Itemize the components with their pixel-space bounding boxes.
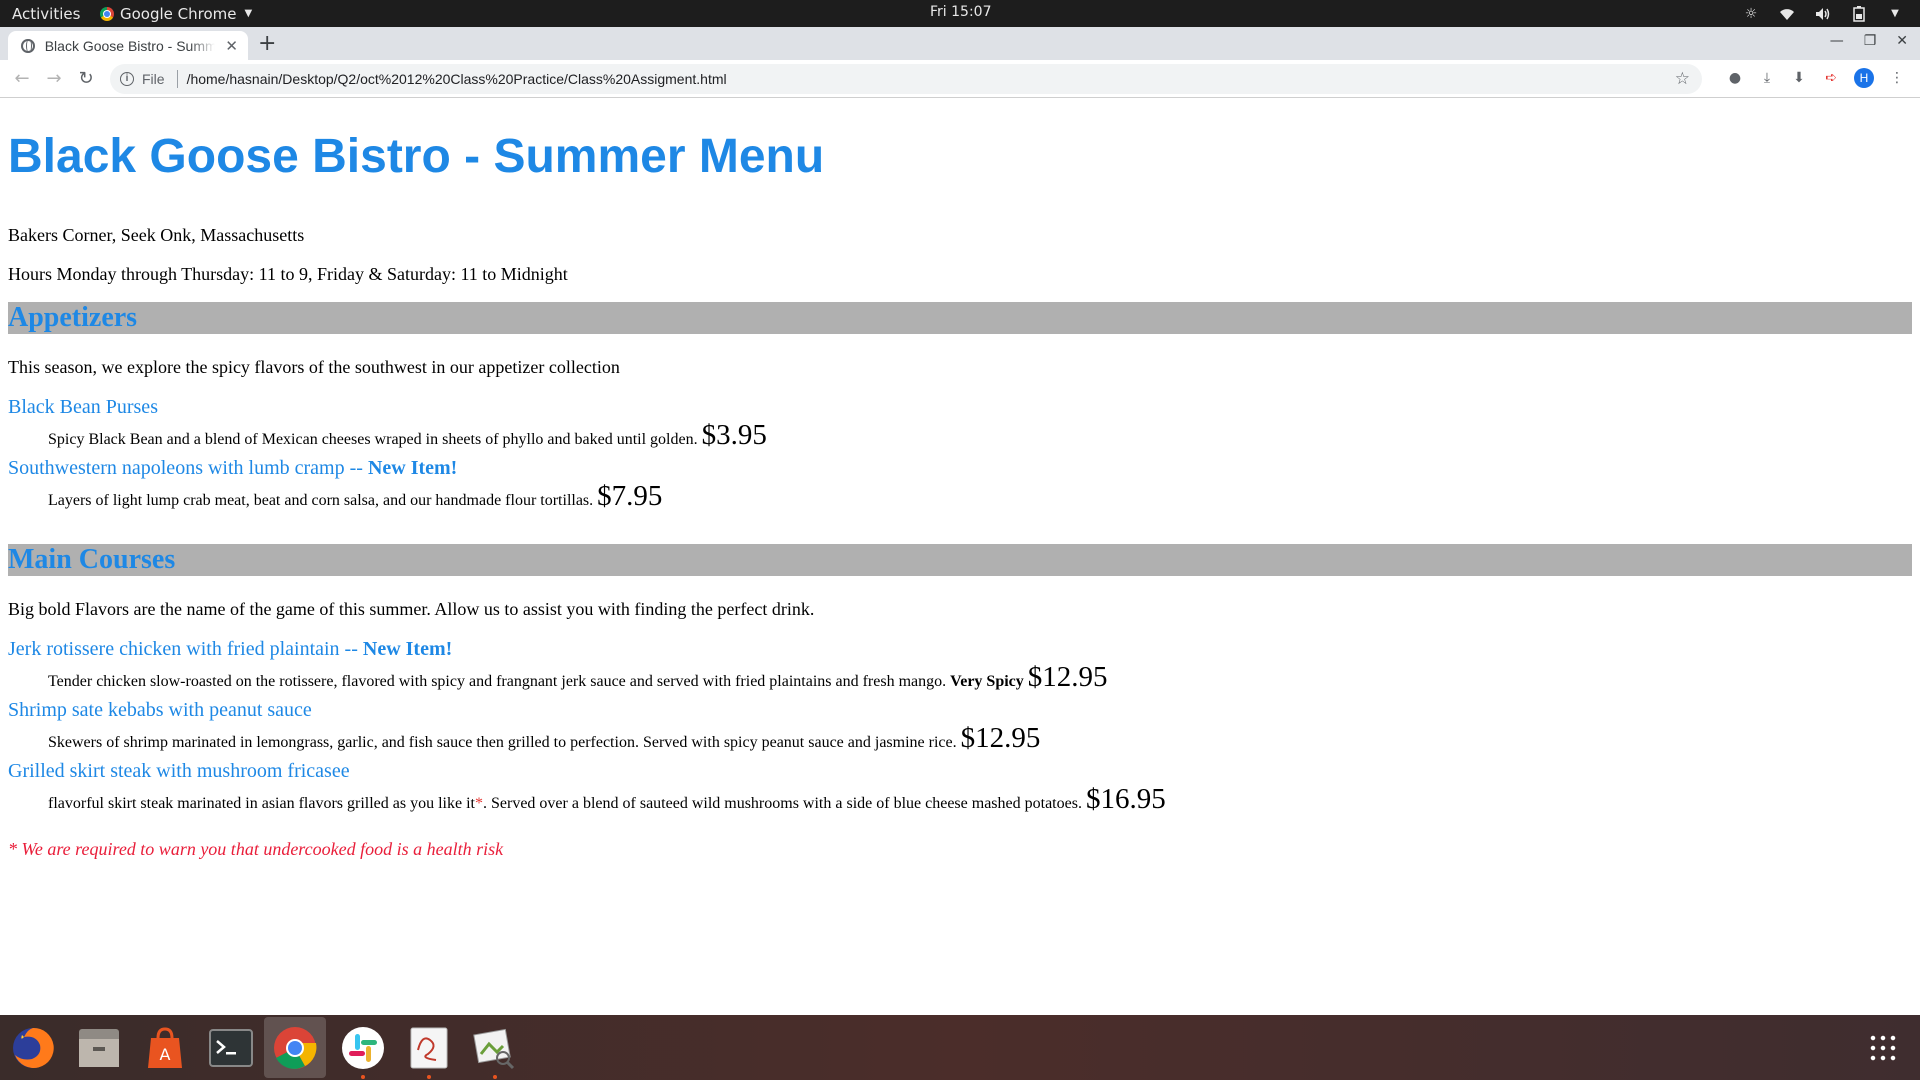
download-icon[interactable]: ⤓ — [1758, 69, 1776, 87]
extension-icons: ● ⤓ ⬇ ➪ H ⋮ — [1726, 68, 1906, 88]
section-heading-appetizers: Appetizers — [8, 302, 1912, 334]
menu-item-price: $7.95 — [597, 480, 663, 512]
files-icon[interactable] — [74, 1023, 124, 1073]
app-menu-label: Google Chrome — [120, 4, 237, 23]
menu-item-price: $12.95 — [960, 722, 1041, 754]
menu-item-name: Black Bean Purses — [8, 396, 158, 418]
bookmark-star-icon[interactable]: ☆ — [1675, 69, 1690, 89]
tab-title: Black Goose Bistro - Summer Menu — [44, 37, 216, 54]
gnome-top-bar: Activities Google Chrome ▼ Fri 15:07 ☼ ▼ — [0, 0, 1920, 27]
menu-item-name: Jerk rotissere chicken with fried plaint… — [8, 638, 453, 660]
show-applications-icon[interactable] — [1868, 1033, 1898, 1063]
menu-item-description: flavorful skirt steak marinated in asian… — [48, 783, 1166, 815]
download-manager-icon[interactable]: ⬇ — [1790, 69, 1808, 87]
web-page-content: Black Goose Bistro - Summer Menu Bakers … — [0, 98, 1920, 1015]
url-scheme-label: File — [142, 71, 165, 87]
ubuntu-dock: A — [0, 1015, 1920, 1080]
address-text: Bakers Corner, Seek Onk, Massachusetts — [8, 225, 305, 245]
slack-icon[interactable] — [338, 1023, 388, 1079]
new-item-badge: New Item! — [362, 638, 453, 660]
menu-item-price: $3.95 — [701, 419, 767, 451]
window-controls: — ❐ ✕ — [1830, 33, 1908, 49]
main-courses-intro: Big bold Flavors are the name of the gam… — [8, 599, 815, 619]
tab-close-icon[interactable]: ✕ — [225, 37, 238, 55]
battery-icon[interactable] — [1850, 5, 1868, 22]
system-menu-caret-icon[interactable]: ▼ — [1886, 6, 1904, 22]
menu-item-description: Tender chicken slow-roasted on the rotis… — [48, 661, 1108, 693]
menu-item-name: Shrimp sate kebabs with peanut sauce — [8, 699, 312, 721]
profile-avatar[interactable]: H — [1854, 68, 1874, 88]
appetizers-list: Black Bean Purses Spicy Black Bean and a… — [8, 395, 1912, 517]
section-heading-main-courses: Main Courses — [8, 544, 1912, 576]
menu-item-price: $16.95 — [1085, 783, 1166, 815]
browser-tab[interactable]: Black Goose Bistro - Summer Menu ✕ — [8, 31, 248, 60]
hours-text: Hours Monday through Thursday: 11 to 9, … — [8, 264, 568, 284]
minimize-icon[interactable]: — — [1830, 33, 1844, 49]
menu-item-name: Grilled skirt steak with mushroom fricas… — [8, 760, 350, 782]
spicy-label: Very Spicy — [950, 673, 1024, 690]
restore-icon[interactable]: ❐ — [1864, 33, 1877, 49]
url-separator — [176, 70, 178, 88]
chrome-small-icon — [100, 6, 114, 21]
url-text[interactable]: /home/hasnain/Desktop/Q2/oct%2012%20Clas… — [187, 71, 727, 87]
close-window-icon[interactable]: ✕ — [1896, 33, 1908, 49]
main-courses-list: Jerk rotissere chicken with fried plaint… — [8, 637, 1912, 820]
forward-arrow-icon[interactable]: → — [38, 68, 70, 89]
back-arrow-icon[interactable]: ← — [6, 68, 38, 89]
terminal-icon[interactable] — [206, 1023, 256, 1073]
tab-strip: Black Goose Bistro - Summer Menu ✕ + — ❐… — [0, 27, 1920, 60]
menu-item-description: Layers of light lump crab meat, beat and… — [48, 480, 663, 512]
new-item-badge: New Item! — [367, 457, 458, 479]
caret-down-icon: ▼ — [244, 8, 253, 19]
page-favicon-icon — [21, 38, 35, 53]
text-editor-icon[interactable] — [404, 1023, 454, 1079]
firefox-icon[interactable] — [8, 1023, 58, 1073]
cast-extension-icon[interactable]: ➪ — [1822, 69, 1840, 87]
system-tray[interactable]: ☼ ▼ — [1742, 0, 1904, 27]
info-icon[interactable]: i — [120, 72, 134, 86]
address-bar[interactable]: i File /home/hasnain/Desktop/Q2/oct%2012… — [110, 64, 1702, 94]
reload-icon[interactable]: ↻ — [70, 68, 102, 89]
menu-item-description: Spicy Black Bean and a blend of Mexican … — [48, 419, 767, 451]
chrome-icon[interactable] — [264, 1017, 326, 1078]
volume-icon[interactable] — [1814, 6, 1832, 22]
browser-toolbar: ← → ↻ i File /home/hasnain/Desktop/Q2/oc… — [0, 60, 1920, 98]
appetizers-intro: This season, we explore the spicy flavor… — [8, 357, 620, 377]
app-menu[interactable]: Google Chrome ▼ — [100, 5, 252, 23]
menu-item-name: Southwestern napoleons with lumb cramp -… — [8, 457, 458, 479]
clock[interactable]: Fri 15:07 — [930, 4, 991, 20]
new-tab-button[interactable]: + — [258, 31, 276, 56]
menu-item-price: $12.95 — [1027, 661, 1108, 693]
svg-text:A: A — [160, 1045, 171, 1064]
menu-item-description: Skewers of shrimp marinated in lemongras… — [48, 722, 1041, 754]
extension-circle-icon[interactable]: ● — [1726, 69, 1744, 87]
health-asterisk: * — [475, 795, 483, 812]
software-icon[interactable]: A — [140, 1023, 190, 1073]
weather-icon[interactable]: ☼ — [1742, 6, 1760, 22]
chrome-menu-icon[interactable]: ⋮ — [1888, 69, 1906, 87]
image-viewer-icon[interactable] — [470, 1023, 520, 1079]
page-title: Black Goose Bistro - Summer Menu — [8, 130, 825, 183]
health-warning: * We are required to warn you that under… — [8, 839, 504, 859]
activities-button[interactable]: Activities — [0, 5, 98, 23]
wifi-icon[interactable] — [1778, 6, 1796, 22]
